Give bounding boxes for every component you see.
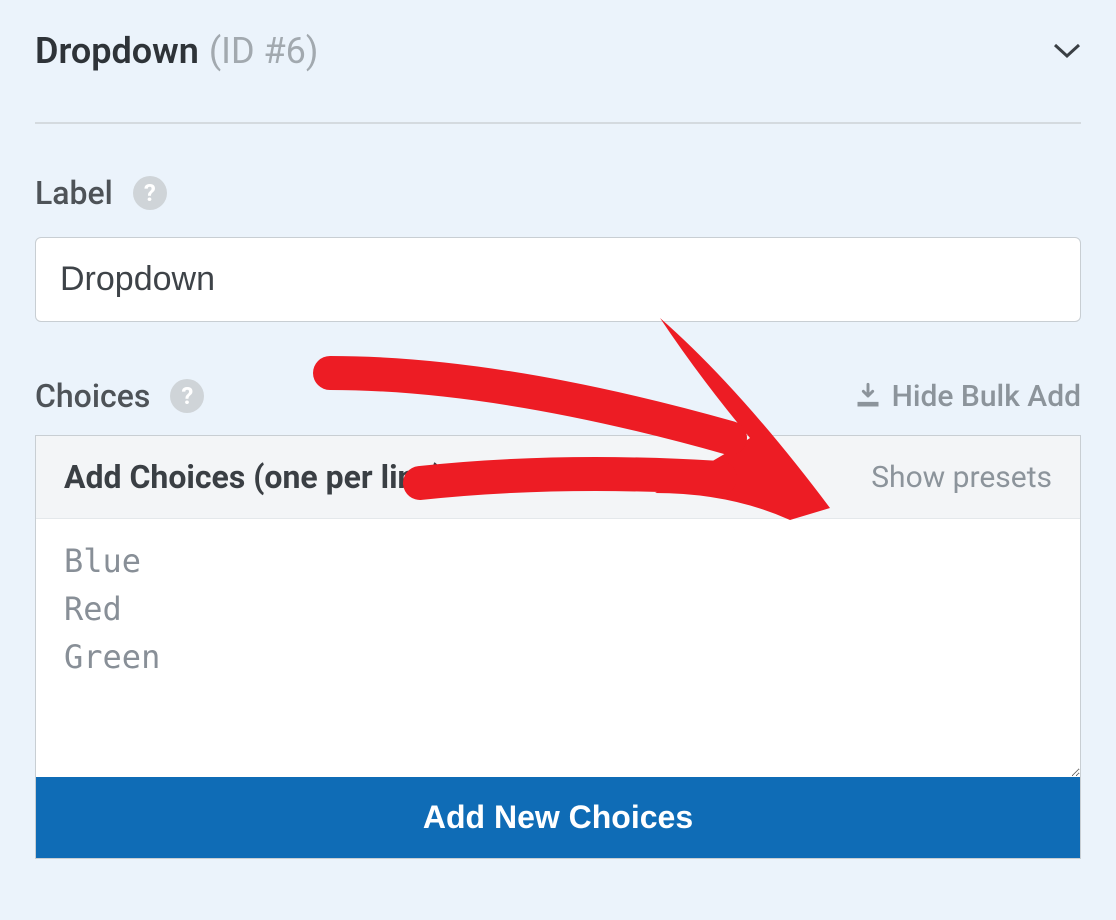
- chevron-down-icon[interactable]: [1053, 43, 1081, 59]
- choices-left: Choices ?: [35, 377, 204, 415]
- header-title-wrap: Dropdown (ID #6): [35, 30, 318, 72]
- help-icon[interactable]: ?: [133, 176, 167, 210]
- choices-section-header: Choices ? Hide Bulk Add: [35, 377, 1081, 415]
- label-section-title: Label: [35, 174, 113, 212]
- field-type-title: Dropdown: [35, 30, 199, 72]
- bulk-add-panel: Add Choices (one per line) Show presets …: [35, 435, 1081, 859]
- field-id: (ID #6): [209, 30, 319, 72]
- bulk-toggle-label: Hide Bulk Add: [892, 379, 1081, 414]
- bulk-panel-heading: Add Choices (one per line): [64, 458, 444, 496]
- show-presets-link[interactable]: Show presets: [871, 460, 1052, 495]
- add-new-choices-button[interactable]: Add New Choices: [36, 777, 1080, 858]
- bulk-add-toggle[interactable]: Hide Bulk Add: [854, 379, 1081, 414]
- label-section-header: Label ?: [35, 174, 1081, 212]
- bulk-panel-header: Add Choices (one per line) Show presets: [36, 436, 1080, 519]
- choices-section-title: Choices: [35, 377, 150, 415]
- bulk-choices-textarea[interactable]: [36, 519, 1080, 777]
- label-input[interactable]: [35, 237, 1081, 322]
- panel-header[interactable]: Dropdown (ID #6): [35, 30, 1081, 124]
- help-icon[interactable]: ?: [170, 379, 204, 413]
- download-icon: [854, 382, 882, 410]
- field-settings-panel: Dropdown (ID #6) Label ? Choices ? Hide …: [0, 0, 1116, 859]
